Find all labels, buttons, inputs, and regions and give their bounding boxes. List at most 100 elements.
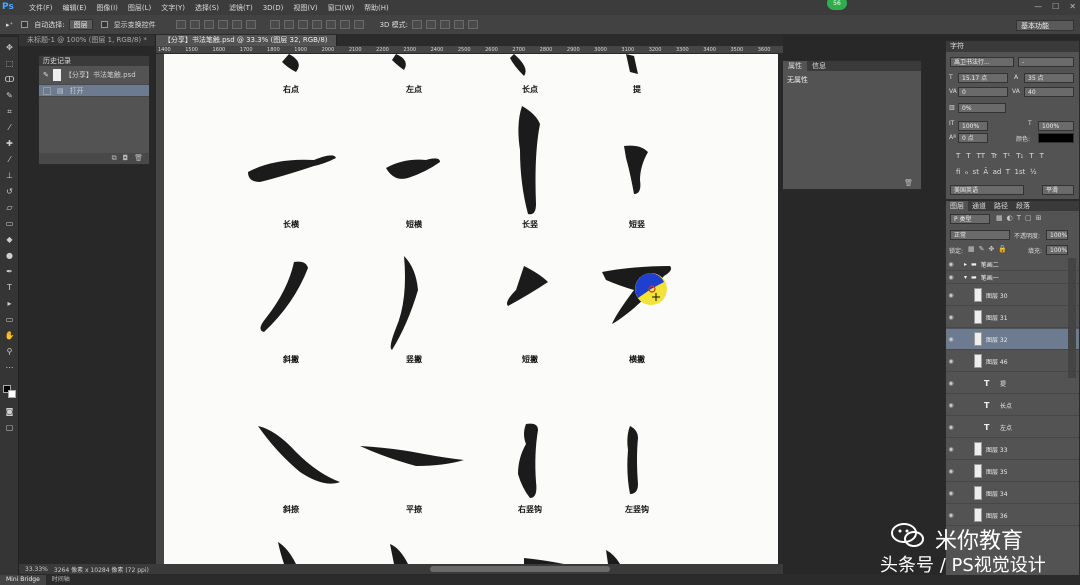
more-tools-icon[interactable]: ⋯ xyxy=(4,363,15,373)
pen-tool-icon[interactable]: ✒ xyxy=(4,267,15,277)
3d-roll-icon[interactable] xyxy=(426,20,437,29)
vertical-scale-field[interactable]: 100% xyxy=(958,121,988,131)
zoom-level[interactable]: 33.33% xyxy=(25,566,48,573)
align-hcenter-icon[interactable] xyxy=(231,20,242,29)
character-panel-title[interactable]: 字符 xyxy=(946,41,1079,52)
quick-mask-icon[interactable]: ◙ xyxy=(4,407,15,417)
tab-properties[interactable]: 属性 xyxy=(783,61,807,71)
font-style-select[interactable]: - xyxy=(1018,57,1074,67)
3d-rotate-icon[interactable] xyxy=(412,20,423,29)
opacity-field[interactable]: 100% xyxy=(1046,230,1068,240)
visibility-eye-icon[interactable]: ◉ xyxy=(946,490,956,497)
snapshot-camera-icon[interactable]: ◘ xyxy=(123,153,129,164)
blend-mode-select[interactable]: 正常 xyxy=(950,230,1010,240)
background-color-swatch[interactable] xyxy=(8,390,16,398)
distribute-bottom-icon[interactable] xyxy=(297,20,308,29)
blur-tool-icon[interactable]: ◆ xyxy=(4,235,15,245)
eyedropper-tool-icon[interactable]: ⁄ xyxy=(4,123,15,133)
history-panel-title[interactable]: 历史记录 xyxy=(39,56,149,66)
tracking-field[interactable]: 40 xyxy=(1024,87,1074,97)
tab-calligraphy[interactable]: 【分享】书法笔触.psd @ 33.3% (图层 32, RGB/8) xyxy=(155,35,337,46)
trash-icon[interactable]: 🗑 xyxy=(134,153,143,164)
text-color-swatch[interactable] xyxy=(1038,133,1074,143)
new-document-from-state-icon[interactable]: ⧉ xyxy=(112,153,117,164)
layer-row-group[interactable]: ◉ ▾ ▬ 笔画一 xyxy=(946,271,1079,284)
tab-paths[interactable]: 路径 xyxy=(990,201,1012,211)
visibility-eye-icon[interactable]: ◉ xyxy=(946,314,956,321)
layer-row[interactable]: ◉ 图层 31 xyxy=(946,307,1079,328)
menu-type[interactable]: 文字(Y) xyxy=(156,3,190,13)
text-layer-row[interactable]: ◉ T 长点 xyxy=(946,395,1079,416)
adjustment-filter-icon[interactable]: ◐ xyxy=(1007,214,1013,222)
antialias-select[interactable]: 平滑 xyxy=(1042,185,1074,195)
visibility-eye-icon[interactable]: ◉ xyxy=(946,358,956,365)
type-tool-icon[interactable]: T xyxy=(4,283,15,293)
history-brush-tool-icon[interactable]: ↺ xyxy=(4,187,15,197)
layer-row[interactable]: ◉ 图层 30 xyxy=(946,285,1079,306)
tsume-field[interactable]: 0% xyxy=(958,103,1006,113)
visibility-eye-icon[interactable]: ◉ xyxy=(946,274,956,281)
brush-source-icon[interactable]: ✎ xyxy=(43,71,49,79)
distribute-left-icon[interactable] xyxy=(311,20,322,29)
smart-object-filter-icon[interactable]: ⊞ xyxy=(1036,214,1042,222)
notification-badge[interactable]: 56 xyxy=(827,0,847,10)
language-select[interactable]: 美国英语 xyxy=(950,185,1024,195)
distribute-top-icon[interactable] xyxy=(269,20,280,29)
show-transform-checkbox[interactable] xyxy=(100,21,108,28)
history-checkbox[interactable] xyxy=(43,86,51,95)
healing-tool-icon[interactable]: ✚ xyxy=(4,139,15,149)
move-tool-icon[interactable]: ▸⁺ xyxy=(6,21,13,29)
tab-info[interactable]: 信息 xyxy=(807,61,831,71)
lock-transparency-icon[interactable]: ▦ xyxy=(968,245,975,253)
faux-italic-button[interactable]: T xyxy=(966,152,970,160)
screen-mode-icon[interactable]: ▢ xyxy=(4,423,15,433)
align-right-icon[interactable] xyxy=(245,20,256,29)
shape-filter-icon[interactable]: ▢ xyxy=(1025,214,1032,222)
trash-icon[interactable]: 🗑 xyxy=(904,179,913,187)
menu-filter[interactable]: 滤镜(T) xyxy=(224,3,258,13)
menu-file[interactable]: 文件(F) xyxy=(24,3,58,13)
horizontal-scale-field[interactable]: 100% xyxy=(1038,121,1074,131)
baseline-shift-field[interactable]: 0 点 xyxy=(958,133,988,143)
visibility-eye-icon[interactable]: ◉ xyxy=(946,512,956,519)
3d-slide-icon[interactable] xyxy=(454,20,465,29)
superscript-button[interactable]: T¹ xyxy=(1003,152,1010,160)
opentype-buttons[interactable]: fi ℴ st Ā ad T 1st ½ xyxy=(956,168,1037,176)
tab-channels[interactable]: 通道 xyxy=(968,201,990,211)
layer-row[interactable]: ◉ 图层 34 xyxy=(946,483,1079,504)
stamp-tool-icon[interactable]: ⊥ xyxy=(4,171,15,181)
visibility-eye-icon[interactable]: ◉ xyxy=(946,292,956,299)
menu-layer[interactable]: 图层(L) xyxy=(123,3,156,13)
small-caps-button[interactable]: Tr xyxy=(991,152,997,160)
layers-scrollbar[interactable] xyxy=(1068,258,1076,378)
visibility-eye-icon[interactable]: ◉ xyxy=(946,261,956,268)
align-vcenter-icon[interactable] xyxy=(189,20,200,29)
brush-tool-icon[interactable]: ⁄ xyxy=(4,155,15,165)
auto-align-icon[interactable] xyxy=(353,20,364,29)
auto-select-checkbox[interactable] xyxy=(21,21,29,28)
distribute-vcenter-icon[interactable] xyxy=(283,20,294,29)
visibility-eye-icon[interactable]: ◉ xyxy=(946,424,956,431)
tab-untitled[interactable]: 未标题-1 @ 100% (图层 1, RGB/8) * xyxy=(19,35,156,46)
menu-3d[interactable]: 3D(D) xyxy=(258,4,289,12)
crop-tool-icon[interactable]: ⌗ xyxy=(4,107,15,117)
move-tool-icon[interactable]: ✥ xyxy=(4,43,15,53)
menu-image[interactable]: 图像(I) xyxy=(91,3,123,13)
all-caps-button[interactable]: TT xyxy=(977,152,985,160)
dodge-tool-icon[interactable]: ● xyxy=(4,251,15,261)
quick-select-tool-icon[interactable]: ✎ xyxy=(4,91,15,101)
layer-row-selected[interactable]: ◉ 图层 32 xyxy=(946,329,1079,350)
workspace-dropdown[interactable]: 基本功能 xyxy=(1016,20,1074,31)
lock-pixels-icon[interactable]: ✎ xyxy=(979,245,985,253)
underline-button[interactable]: T xyxy=(1029,152,1033,160)
minimize-icon[interactable]: — xyxy=(1034,2,1042,11)
eraser-tool-icon[interactable]: ▱ xyxy=(4,203,15,213)
maximize-icon[interactable]: ☐ xyxy=(1052,2,1059,11)
lock-position-icon[interactable]: ✥ xyxy=(989,245,995,253)
visibility-eye-icon[interactable]: ◉ xyxy=(946,380,956,387)
distribute-hcenter-icon[interactable] xyxy=(325,20,336,29)
document-size[interactable]: 3264 像素 x 10284 像素 (72 ppi) xyxy=(54,565,149,574)
tab-layers[interactable]: 图层 xyxy=(946,201,968,211)
history-item[interactable]: ▤ 打开 xyxy=(39,85,149,97)
align-bottom-icon[interactable] xyxy=(203,20,214,29)
